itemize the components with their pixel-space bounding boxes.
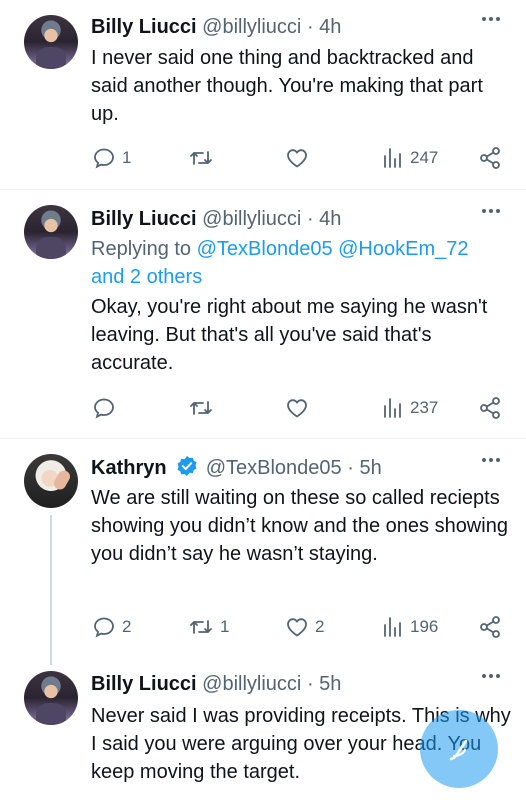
views-chart-icon — [384, 148, 401, 168]
views-count: 237 — [410, 398, 439, 417]
reply-icon — [94, 617, 114, 638]
share-icon — [480, 147, 500, 169]
avatar[interactable] — [24, 671, 78, 725]
tweet[interactable]: Billy Liucci @billyliucci · 4h Replying … — [0, 190, 526, 438]
tweet-text: I never said one thing and backtracked a… — [91, 47, 483, 125]
reply-button[interactable]: 2 — [92, 612, 131, 642]
views-button[interactable]: 237 — [382, 393, 438, 423]
share-button[interactable] — [478, 143, 502, 173]
replying-others-link[interactable]: and 2 others — [91, 266, 202, 288]
more-options-icon[interactable] — [479, 665, 500, 683]
views-chart-icon — [384, 398, 401, 418]
avatar[interactable] — [24, 454, 78, 508]
timestamp[interactable]: 4h — [319, 16, 341, 38]
like-button[interactable]: 2 — [285, 612, 324, 642]
retweet-icon — [190, 401, 212, 415]
retweet-icon — [190, 151, 212, 165]
retweet-button[interactable] — [188, 143, 214, 173]
thread-line — [50, 515, 52, 665]
action-bar: 1 247 — [0, 143, 526, 173]
tweet-text: Okay, you're right about me saying he wa… — [91, 296, 488, 374]
more-options-icon[interactable] — [479, 449, 500, 467]
replying-to-link[interactable]: @TexBlonde05 @HookEm_72 — [197, 238, 469, 260]
like-count: 2 — [315, 617, 325, 636]
compose-icon — [449, 739, 468, 761]
separator-dot: · — [347, 457, 354, 479]
verified-badge-icon — [177, 456, 197, 476]
action-bar: 2 1 2 196 — [0, 612, 526, 642]
separator-dot: · — [306, 673, 314, 695]
views-button[interactable]: 196 — [382, 612, 438, 642]
share-button[interactable] — [478, 393, 502, 423]
replying-to: Replying to @TexBlonde05 @HookEm_72 and … — [91, 235, 511, 291]
author-handle[interactable]: @billyliucci — [202, 16, 301, 38]
reply-count: 2 — [122, 617, 132, 636]
more-options-icon[interactable] — [479, 200, 500, 218]
avatar[interactable] — [24, 205, 78, 259]
heart-icon — [287, 149, 307, 168]
heart-icon — [287, 618, 307, 637]
replying-prefix: Replying to — [91, 238, 192, 260]
reply-count: 1 — [122, 148, 132, 167]
tweet[interactable]: Billy Liucci @billyliucci · 4h I never s… — [0, 0, 526, 190]
share-icon — [480, 616, 500, 638]
tweet-text: We are still waiting on these so called … — [91, 487, 508, 565]
reply-icon — [94, 398, 114, 419]
heart-icon — [287, 399, 307, 418]
like-button[interactable] — [285, 393, 309, 423]
retweet-count: 1 — [220, 617, 230, 636]
reply-button[interactable] — [92, 393, 122, 423]
reply-button[interactable]: 1 — [92, 143, 131, 173]
views-count: 196 — [410, 617, 439, 636]
reply-icon — [94, 148, 114, 169]
compose-button[interactable] — [420, 710, 498, 788]
separator-dot: · — [306, 208, 314, 230]
like-button[interactable] — [285, 143, 309, 173]
views-count: 247 — [410, 148, 439, 167]
separator-dot: · — [306, 16, 314, 38]
author-handle[interactable]: @TexBlonde05 — [206, 457, 342, 479]
author-name[interactable]: Billy Liucci — [91, 208, 197, 230]
tweet[interactable]: Kathryn @TexBlonde05 · 5h We are still w… — [0, 439, 526, 665]
views-chart-icon — [384, 617, 401, 637]
action-bar: 237 — [0, 393, 526, 423]
timestamp[interactable]: 4h — [319, 208, 341, 230]
author-handle[interactable]: @billyliucci — [202, 673, 301, 695]
timestamp[interactable]: 5h — [319, 673, 341, 695]
author-handle[interactable]: @billyliucci — [202, 208, 301, 230]
author-name[interactable]: Billy Liucci — [91, 16, 197, 38]
retweet-button[interactable] — [188, 393, 214, 423]
share-button[interactable] — [478, 612, 502, 642]
retweet-icon — [190, 620, 212, 634]
more-options-icon[interactable] — [479, 8, 500, 26]
avatar[interactable] — [24, 15, 78, 69]
share-icon — [480, 397, 500, 419]
author-name[interactable]: Kathryn — [91, 457, 167, 479]
views-button[interactable]: 247 — [382, 143, 438, 173]
retweet-button[interactable]: 1 — [188, 612, 229, 642]
timestamp[interactable]: 5h — [359, 457, 381, 479]
author-name[interactable]: Billy Liucci — [91, 673, 197, 695]
